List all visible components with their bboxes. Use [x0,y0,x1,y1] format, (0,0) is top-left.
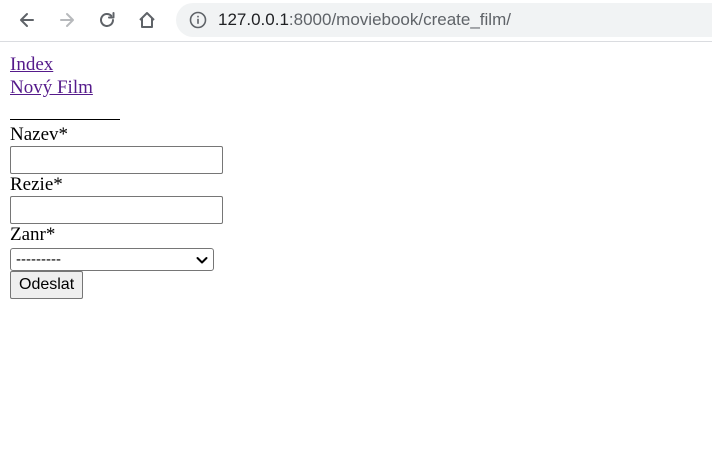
reload-icon [100,12,115,27]
arrow-right-icon [60,13,74,27]
back-button[interactable] [12,5,42,35]
arrow-left-icon [20,13,34,27]
reload-button[interactable] [92,5,122,35]
divider [10,119,120,120]
home-button[interactable] [132,5,162,35]
nazev-input[interactable] [10,146,223,174]
page-content: Index Nový Film Nazev* Rezie* Zanr* ----… [0,43,712,473]
rezie-label: Rezie* [10,174,63,195]
chevron-down-icon [195,253,209,267]
home-icon [139,12,155,28]
info-icon[interactable] [189,11,207,29]
zanr-selected-value: --------- [16,251,61,268]
forward-button[interactable] [52,5,82,35]
address-bar[interactable]: 127.0.0.1:8000/moviebook/create_film/ [176,3,712,37]
index-link[interactable]: Index [10,53,53,76]
submit-button[interactable]: Odeslat [10,271,84,299]
nazev-label: Nazev* [10,124,69,145]
zanr-label: Zanr* [10,224,56,245]
url-text: 127.0.0.1:8000/moviebook/create_film/ [218,10,511,29]
zanr-select[interactable]: --------- [10,248,214,271]
browser-toolbar: 127.0.0.1:8000/moviebook/create_film/ [0,0,712,42]
rezie-input[interactable] [10,196,223,224]
new-film-link[interactable]: Nový Film [10,76,93,99]
